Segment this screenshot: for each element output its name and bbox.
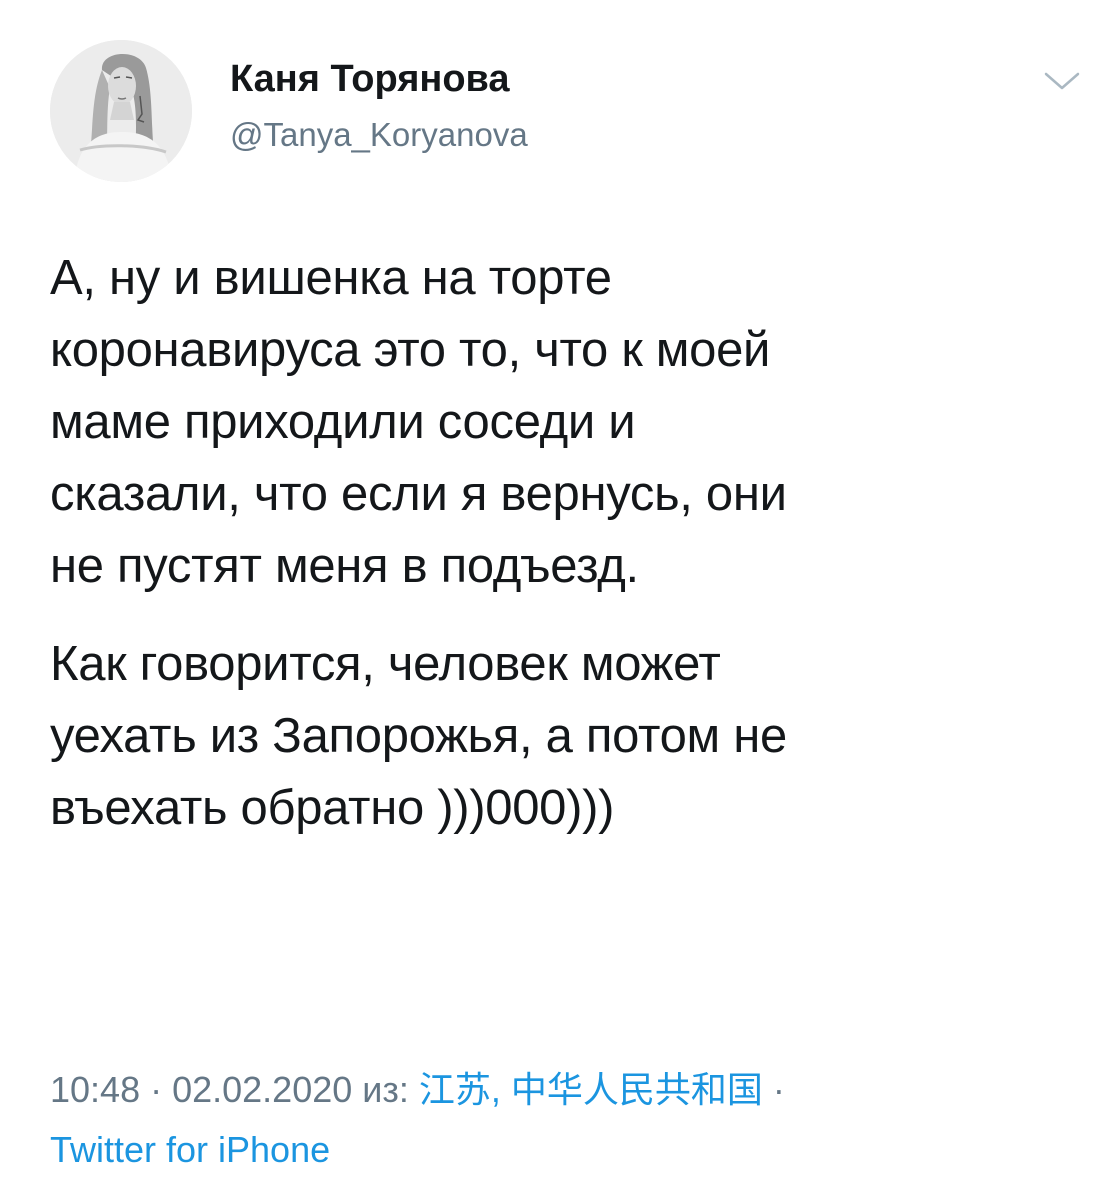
chevron-down-icon[interactable] bbox=[1040, 66, 1084, 96]
tweet-paragraph: А, ну и вишенка на торте коронавируса эт… bbox=[50, 251, 787, 593]
author-display-name[interactable]: Каня Торянова bbox=[230, 55, 510, 103]
tweet-time[interactable]: 10:48 bbox=[50, 1069, 140, 1110]
separator-dot: · bbox=[762, 1069, 785, 1110]
from-label: из: bbox=[352, 1069, 419, 1110]
source-link[interactable]: Twitter for iPhone bbox=[50, 1129, 330, 1170]
tweet-paragraph: Как говорится, человек может уехать из З… bbox=[50, 637, 787, 835]
location-link[interactable]: 江苏, 中华人民共和国 bbox=[419, 1069, 763, 1110]
tweet-card: Каня Торянова @Tanya_Koryanova А, ну и в… bbox=[0, 0, 1113, 1192]
tweet-text: А, ну и вишенка на торте коронавируса эт… bbox=[50, 242, 1050, 870]
author-handle[interactable]: @Tanya_Koryanova bbox=[230, 113, 528, 157]
tweet-meta: 10:48 · 02.02.2020 из: 江苏, 中华人民共和国 · Twi… bbox=[50, 1060, 1080, 1180]
avatar-photo bbox=[50, 40, 192, 182]
separator-dot: · bbox=[140, 1069, 173, 1110]
avatar[interactable] bbox=[50, 40, 192, 182]
tweet-date[interactable]: 02.02.2020 bbox=[172, 1069, 352, 1110]
